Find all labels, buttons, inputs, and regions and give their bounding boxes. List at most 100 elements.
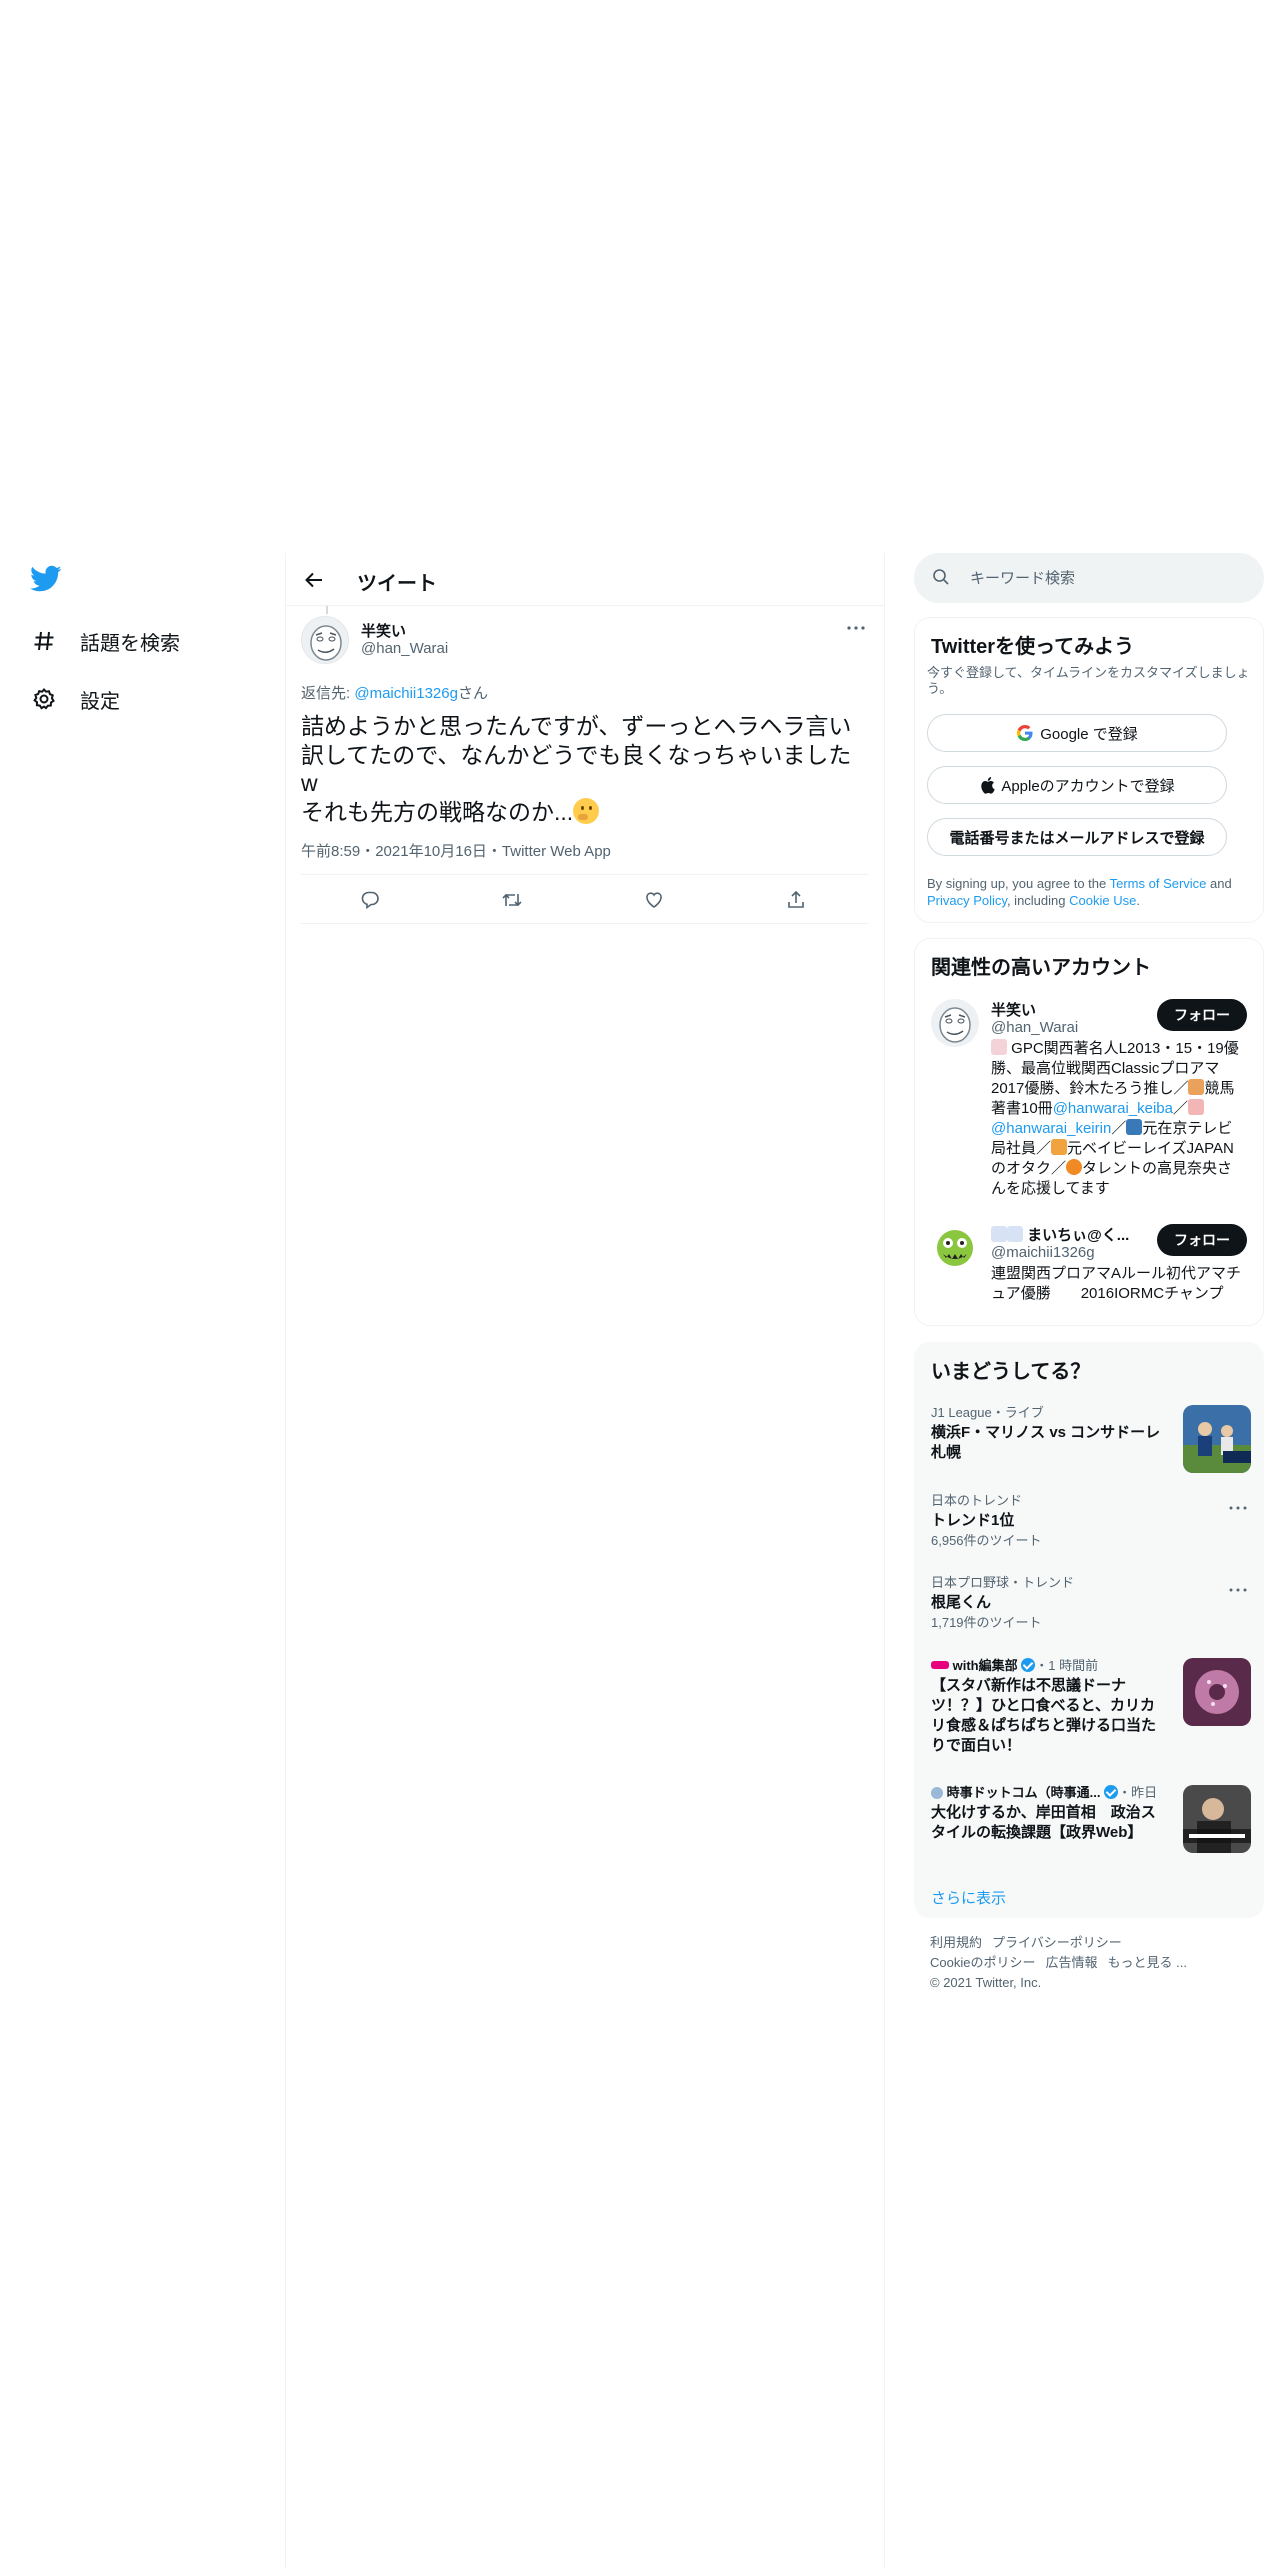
reply-suffix: さん [457, 685, 488, 702]
share-icon[interactable] [783, 887, 809, 913]
arrow-left-icon [305, 572, 322, 588]
follow-button[interactable]: フォロー [1157, 999, 1247, 1031]
account-name-text: まいちぃ@く... [1027, 1227, 1130, 1244]
reply-icon[interactable] [357, 887, 383, 913]
google-icon [1016, 724, 1034, 742]
google-signup-button[interactable]: Google で登録 [927, 714, 1227, 752]
avatar[interactable] [301, 616, 349, 664]
trend-time: ・昨日 [1118, 1785, 1158, 1800]
footer-ads-link[interactable]: 広告情報 [1045, 1955, 1097, 1970]
trend-context: 日本のトレンド [931, 1493, 1023, 1508]
author-handle[interactable]: @han_Warai [361, 640, 448, 657]
avatar[interactable] [931, 1224, 979, 1272]
search-input[interactable] [970, 553, 1240, 603]
bio-part: ／ [1173, 1100, 1189, 1117]
account-bio: GPC関西著名人L2013・15・19優勝、最高位戦関西Classicプロアマ2… [991, 1039, 1241, 1199]
flower-emoji [1066, 1159, 1083, 1175]
horse-racing-emoji [1188, 1079, 1205, 1095]
phone-email-signup-button[interactable]: 電話番号またはメールアドレスで登録 [927, 818, 1227, 856]
signup-card: Twitterを使ってみよう 今すぐ登録して、タイムラインをカスタマイズしましょ… [914, 617, 1264, 923]
apple-signup-label: Appleのアカウントで登録 [1001, 777, 1175, 795]
footer-cookie-link[interactable]: Cookieのポリシー [930, 1955, 1035, 1970]
gear-icon [30, 685, 58, 713]
google-signup-label: Google で登録 [1040, 725, 1138, 743]
nav-settings-label: 設定 [80, 690, 120, 713]
column-divider-right [884, 553, 885, 2568]
avatar[interactable] [931, 999, 979, 1047]
trend-source-name: with編集部 [952, 1658, 1018, 1673]
footer-privacy-link[interactable]: プライバシーポリシー [992, 1935, 1122, 1950]
more-horizontal-icon [847, 626, 865, 630]
terms-of-service-link[interactable]: Terms of Service [1110, 876, 1207, 891]
bio-mention-link[interactable]: @hanwarai_keirin [991, 1120, 1111, 1137]
account-name[interactable]: 半笑い [991, 999, 1036, 1020]
page-title: ツイート [357, 573, 437, 595]
author-name[interactable]: 半笑い [361, 620, 406, 641]
footer-more-link[interactable]: もっと見る ... [1107, 1955, 1186, 1970]
bio-mention-link[interactable]: @hanwarai_keiba [1053, 1100, 1173, 1117]
apple-signup-button[interactable]: Appleのアカウントで登録 [927, 766, 1227, 804]
related-accounts-card: 関連性の高いアカウント 半笑い @han_Warai フォロー GPC関西著名人… [914, 938, 1264, 1326]
trend-thumbnail [1183, 1785, 1251, 1853]
related-accounts-title: 関連性の高いアカウント [931, 957, 1151, 979]
trend-context: 日本プロ野球・トレンド [931, 1575, 1075, 1590]
trend-item[interactable]: 時事ドットコム（時事通... ・昨日 大化けするか、岸田首相 政治スタイルの転換… [931, 1785, 1251, 1853]
trend-title: 【スタバ新作は不思議ドーナツ！？】ひと口食べると、カリカリ食感＆ぱちぱちと弾ける… [931, 1677, 1157, 1754]
signup-subtitle: 今すぐ登録して、タイムラインをカスタマイズしましょう。 [927, 665, 1250, 696]
pill-emoji [991, 1226, 1007, 1242]
account-bio: 連盟関西プロアマAルール初代アマチュア優勝 2016IORMCチャンプ [991, 1265, 1242, 1302]
trend-title: トレンド1位 [931, 1512, 1015, 1529]
tweet-timestamp[interactable]: 午前8:59・2021年10月16日・Twitter Web App [301, 840, 611, 861]
trends-title: いまどうしてる？ [931, 1361, 1091, 1383]
reply-to-line: 返信先: @maichii1326gさん [301, 682, 488, 703]
legal-and: and [1206, 876, 1232, 891]
trend-thumbnail [1183, 1405, 1251, 1473]
legal-including: , including [1006, 893, 1070, 908]
trend-thumbnail [1183, 1658, 1251, 1726]
trend-count: 1,719件のツイート [931, 1615, 1042, 1630]
tv-emoji [1126, 1119, 1143, 1135]
reply-to-mention[interactable]: @maichii1326g [354, 685, 458, 702]
tweet-text: 詰めようかと思ったんですが、ずーっとヘラヘラ言い訳してたので、なんかどうでも良く… [301, 712, 861, 826]
jiji-logo-icon [931, 1787, 943, 1799]
privacy-policy-link[interactable]: Privacy Policy [927, 893, 1007, 908]
more-options-button[interactable] [841, 618, 871, 638]
more-horizontal-icon[interactable] [1229, 1497, 1249, 1510]
retweet-icon[interactable] [499, 887, 525, 913]
show-more-link[interactable]: さらに表示 [931, 1887, 1006, 1908]
legal-prefix: By signing up, you agree to the [927, 876, 1110, 891]
main-header: ツイート [286, 553, 884, 606]
nav-explore[interactable]: 話題を検索 [30, 619, 180, 663]
bicycle-emoji [1188, 1099, 1205, 1115]
bio-part: ／ [1111, 1120, 1127, 1137]
footer: 利用規約 プライバシーポリシー Cookieのポリシー 広告情報 もっと見る ... … [930, 1933, 1250, 1993]
search-bar[interactable] [914, 553, 1264, 603]
footer-terms-link[interactable]: 利用規約 [930, 1935, 982, 1950]
trend-item[interactable]: with編集部 ・1 時間前 【スタバ新作は不思議ドーナツ！？】ひと口食べると、… [931, 1658, 1251, 1756]
back-button[interactable] [296, 562, 332, 598]
twitter-logo-icon[interactable] [30, 565, 66, 601]
more-horizontal-icon[interactable] [1229, 1579, 1249, 1592]
trend-title: 根尾くん [931, 1594, 992, 1611]
like-icon[interactable] [641, 887, 667, 913]
apple-icon [979, 776, 996, 794]
trend-time: ・1 時間前 [1035, 1658, 1099, 1673]
legal-end: . [1136, 893, 1140, 908]
phone-email-signup-label: 電話番号またはメールアドレスで登録 [949, 829, 1205, 847]
tweet-action-bar [301, 874, 869, 924]
baby-emoji [1051, 1139, 1068, 1155]
trend-item[interactable]: J1 League・ライブ 横浜F・マリノス vs コンサドーレ札幌 [931, 1405, 1251, 1473]
trend-item[interactable]: 日本プロ野球・トレンド 根尾くん 1,719件のツイート [931, 1575, 1251, 1631]
cookie-use-link[interactable]: Cookie Use [1069, 893, 1136, 908]
account-handle: @maichii1326g [991, 1244, 1095, 1261]
signup-legal-text: By signing up, you agree to the Terms of… [927, 875, 1252, 909]
thinking-face-emoji [573, 797, 600, 824]
hashtag-icon [30, 627, 58, 655]
account-handle: @han_Warai [991, 1019, 1079, 1036]
nav-settings[interactable]: 設定 [30, 677, 120, 721]
follow-button[interactable]: フォロー [1157, 1224, 1247, 1256]
signup-title: Twitterを使ってみよう [931, 636, 1135, 658]
account-name[interactable]: まいちぃ@く... [991, 1224, 1129, 1245]
pill-emoji [1007, 1226, 1023, 1242]
trend-item[interactable]: 日本のトレンド トレンド1位 6,956件のツイート [931, 1493, 1251, 1549]
